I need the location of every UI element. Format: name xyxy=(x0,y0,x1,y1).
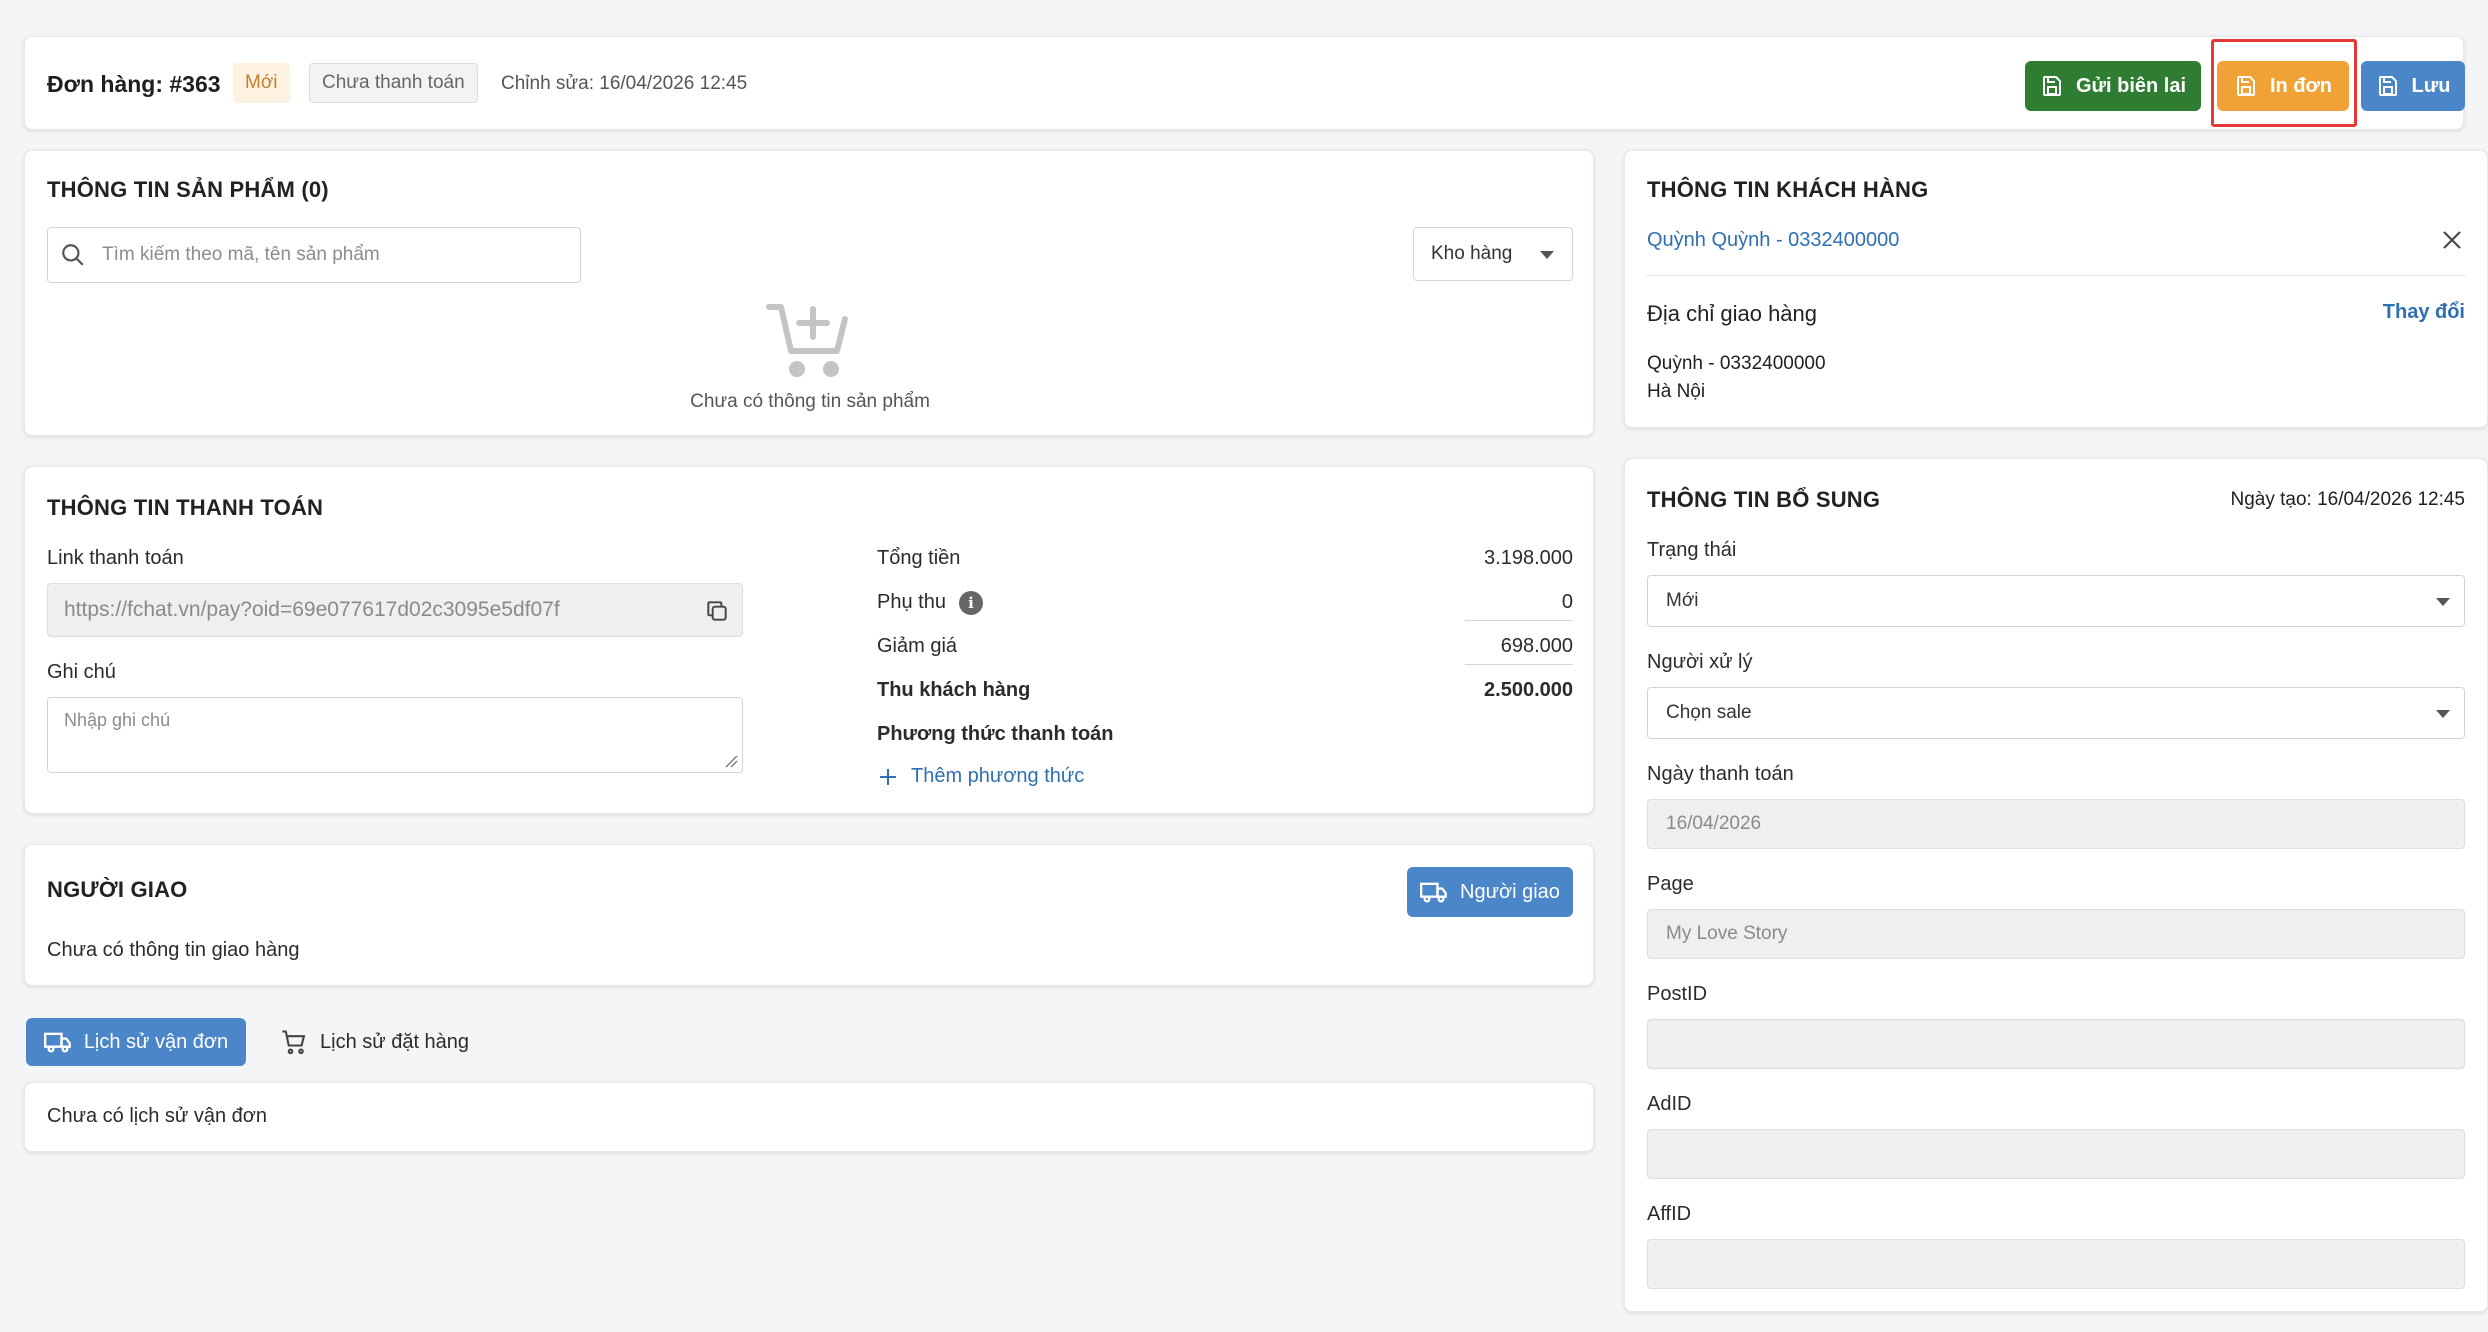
status-select[interactable]: Mới xyxy=(1647,575,2465,627)
order-header: Đơn hàng: #363 Mới Chưa thanh toán Chỉnh… xyxy=(24,36,2465,130)
save-icon xyxy=(2378,76,2397,96)
note-textarea[interactable]: Nhập ghi chú xyxy=(47,697,743,773)
truck-icon xyxy=(1420,882,1447,903)
product-section-title: THÔNG TIN SẢN PHẨM (0) xyxy=(47,177,329,202)
tab-order-history-label: Lịch sử đặt hàng xyxy=(320,1030,470,1053)
product-info-card: THÔNG TIN SẢN PHẨM (0) Tìm kiếm theo mã,… xyxy=(24,150,1594,436)
print-order-label: In đơn xyxy=(2270,74,2332,97)
surcharge-label: Phụ thu xyxy=(877,591,946,613)
affid-field[interactable] xyxy=(1647,1239,2465,1289)
collect-label: Thu khách hàng xyxy=(877,679,1031,701)
warehouse-select[interactable]: Kho hàng xyxy=(1413,227,1573,281)
handler-select[interactable]: Chọn sale xyxy=(1647,687,2465,739)
status-label: Trạng thái xyxy=(1647,539,1737,561)
handler-select-value: Chọn sale xyxy=(1666,702,1752,723)
tab-shipping-history[interactable]: Lịch sử vận đơn xyxy=(26,1018,246,1066)
handler-label: Người xử lý xyxy=(1647,651,1753,673)
product-search-input[interactable]: Tìm kiếm theo mã, tên sản phẩm xyxy=(47,227,581,283)
note-label: Ghi chú xyxy=(47,661,116,683)
adid-label: AdID xyxy=(1647,1093,1692,1115)
chevron-down-icon xyxy=(2436,598,2450,606)
search-icon xyxy=(62,244,84,266)
surcharge-value[interactable]: 0 xyxy=(1465,591,1573,621)
payment-link-label: Link thanh toán xyxy=(47,547,184,569)
history-panel: Chưa có lịch sử vận đơn xyxy=(24,1082,1594,1152)
product-search-placeholder: Tìm kiếm theo mã, tên sản phẩm xyxy=(102,244,380,265)
info-icon: i xyxy=(959,591,983,615)
close-icon[interactable] xyxy=(2441,229,2463,251)
address-line-2: Hà Nội xyxy=(1647,381,1706,402)
payment-link-field[interactable]: https://fchat.vn/pay?oid=69e077617d02c30… xyxy=(47,583,743,637)
edited-timestamp: Chỉnh sửa: 16/04/2026 12:45 xyxy=(501,73,748,94)
customer-info-card: THÔNG TIN KHÁCH HÀNG Quỳnh Quỳnh - 03324… xyxy=(1624,150,2488,428)
note-placeholder: Nhập ghi chú xyxy=(64,710,171,730)
order-number: Đơn hàng: #363 xyxy=(47,71,221,97)
page-field[interactable]: My Love Story xyxy=(1647,909,2465,959)
payment-date-label: Ngày thanh toán xyxy=(1647,763,1794,785)
total-label: Tổng tiền xyxy=(877,547,961,569)
payment-status-badge: Chưa thanh toán xyxy=(309,63,478,103)
plus-icon xyxy=(880,768,896,785)
change-address-link[interactable]: Thay đổi xyxy=(2325,301,2465,324)
assign-shipper-button[interactable]: Người giao xyxy=(1407,867,1573,917)
assign-shipper-label: Người giao xyxy=(1460,880,1560,903)
payment-date-value: 16/04/2026 xyxy=(1666,813,1762,834)
empty-cart-icon xyxy=(766,304,848,377)
tab-shipping-history-label: Lịch sử vận đơn xyxy=(83,1030,229,1053)
page-value: My Love Story xyxy=(1666,923,1788,944)
shipper-section-title: NGƯỜI GIAO xyxy=(47,877,188,902)
copy-icon[interactable] xyxy=(704,598,730,624)
save-icon xyxy=(2042,76,2061,96)
extra-section-title: THÔNG TIN BỔ SUNG xyxy=(1647,487,1881,512)
total-value: 3.198.000 xyxy=(1484,547,1573,569)
empty-products-text: Chưa có thông tin sản phẩm xyxy=(690,391,930,412)
truck-icon xyxy=(43,1032,71,1053)
shipper-empty-text: Chưa có thông tin giao hàng xyxy=(47,939,300,961)
postid-field[interactable] xyxy=(1647,1019,2465,1069)
payment-link-value: https://fchat.vn/pay?oid=69e077617d02c30… xyxy=(64,598,560,621)
send-receipt-button[interactable]: Gửi biên lai xyxy=(2025,61,2201,111)
extra-info-card: THÔNG TIN BỔ SUNG Ngày tạo: 16/04/2026 1… xyxy=(1624,458,2488,1312)
customer-section-title: THÔNG TIN KHÁCH HÀNG xyxy=(1647,177,1929,202)
cart-icon xyxy=(282,1030,306,1055)
add-payment-method-link[interactable]: Thêm phương thức xyxy=(877,765,1084,788)
save-button[interactable]: Lưu xyxy=(2361,61,2465,111)
chevron-down-icon xyxy=(1540,251,1554,259)
page-label: Page xyxy=(1647,873,1694,895)
save-icon xyxy=(2237,76,2255,96)
status-select-value: Mới xyxy=(1666,590,1699,611)
chevron-down-icon xyxy=(2436,710,2450,718)
customer-name-link[interactable]: Quỳnh Quỳnh - 0332400000 xyxy=(1647,229,1899,252)
history-empty-text: Chưa có lịch sử vận đơn xyxy=(47,1105,267,1127)
discount-value[interactable]: 698.000 xyxy=(1465,635,1573,665)
save-label: Lưu xyxy=(2411,74,2451,97)
affid-label: AffID xyxy=(1647,1203,1692,1225)
payment-method-label: Phương thức thanh toán xyxy=(877,723,1114,745)
created-timestamp: Ngày tạo: 16/04/2026 12:45 xyxy=(2230,489,2465,510)
warehouse-select-label: Kho hàng xyxy=(1431,243,1513,264)
discount-label: Giảm giá xyxy=(877,635,958,657)
print-order-button[interactable]: In đơn xyxy=(2217,61,2349,111)
tab-order-history[interactable]: Lịch sử đặt hàng xyxy=(280,1028,469,1056)
status-badge: Mới xyxy=(233,63,290,103)
payment-section-title: THÔNG TIN THANH TOÁN xyxy=(47,495,324,520)
payment-date-field[interactable]: 16/04/2026 xyxy=(1647,799,2465,849)
resize-handle-icon[interactable] xyxy=(724,754,738,768)
send-receipt-label: Gửi biên lai xyxy=(2075,74,2187,97)
shipper-card: NGƯỜI GIAO Người giao Chưa có thông tin … xyxy=(24,844,1594,986)
shipping-address-title: Địa chỉ giao hàng xyxy=(1647,301,1818,326)
address-line-1: Quỳnh - 0332400000 xyxy=(1647,353,1826,374)
adid-field[interactable] xyxy=(1647,1129,2465,1179)
collect-value: 2.500.000 xyxy=(1484,679,1573,701)
add-payment-method-label: Thêm phương thức xyxy=(911,765,1085,787)
customer-divider xyxy=(1647,275,2465,276)
postid-label: PostID xyxy=(1647,983,1708,1005)
payment-info-card: THÔNG TIN THANH TOÁN Link thanh toán htt… xyxy=(24,466,1594,814)
